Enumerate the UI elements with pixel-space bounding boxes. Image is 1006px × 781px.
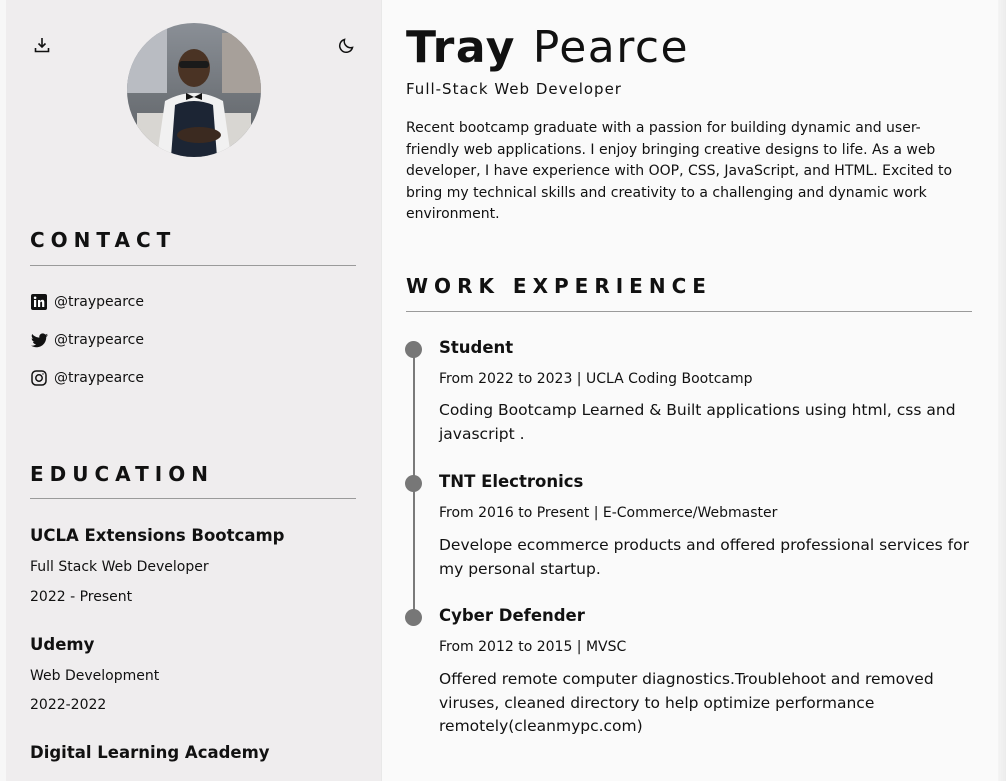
contact-twitter-label: @traypearce bbox=[54, 332, 144, 348]
last-name: Pearce bbox=[532, 22, 690, 73]
job-desc-tnt: Develope ecommerce products and offered … bbox=[439, 536, 969, 578]
education-school-udemy: Udemy bbox=[30, 635, 95, 654]
job-meta-student: From 2022 to 2023 | UCLA Coding Bootcamp bbox=[439, 371, 753, 387]
avatar bbox=[127, 23, 261, 157]
main-content: Tray Pearce Full-Stack Web Developer Rec… bbox=[381, 0, 1006, 781]
work-divider bbox=[406, 311, 972, 312]
contact-divider bbox=[30, 265, 356, 266]
resume-page: CONTACT @traypearce @traypearce @traypea… bbox=[0, 0, 1006, 781]
education-program-ucla: Full Stack Web Developer bbox=[30, 559, 209, 575]
education-dates-ucla: 2022 - Present bbox=[30, 589, 133, 605]
download-icon[interactable] bbox=[30, 33, 54, 57]
contact-twitter[interactable]: @traypearce bbox=[30, 328, 144, 352]
timeline-dot bbox=[405, 609, 422, 626]
job-role: Full-Stack Web Developer bbox=[406, 80, 622, 98]
first-name: Tray bbox=[406, 22, 516, 73]
name-heading: Tray Pearce bbox=[406, 22, 689, 73]
job-meta-tnt: From 2016 to Present | E-Commerce/Webmas… bbox=[439, 505, 778, 521]
education-divider bbox=[30, 498, 356, 499]
work-experience-heading: WORK EXPERIENCE bbox=[406, 274, 712, 298]
job-title-student: Student bbox=[439, 338, 514, 357]
contact-instagram-label: @traypearce bbox=[54, 370, 144, 386]
job-desc-student: Coding Bootcamp Learned & Built applicat… bbox=[439, 401, 956, 443]
twitter-icon bbox=[30, 331, 48, 349]
instagram-icon bbox=[30, 369, 48, 387]
education-school-dla: Digital Learning Academy bbox=[30, 743, 270, 762]
timeline-dot bbox=[405, 475, 422, 492]
moon-icon[interactable] bbox=[335, 33, 359, 57]
timeline-dot bbox=[405, 341, 422, 358]
job-desc-cyber: Offered remote computer diagnostics.Trou… bbox=[439, 670, 934, 735]
contact-linkedin-label: @traypearce bbox=[54, 294, 144, 310]
education-school-ucla: UCLA Extensions Bootcamp bbox=[30, 526, 285, 545]
sidebar: CONTACT @traypearce @traypearce @traypea… bbox=[0, 0, 381, 781]
job-title-tnt: TNT Electronics bbox=[439, 472, 584, 491]
education-program-udemy: Web Development bbox=[30, 668, 160, 684]
job-title-cyber: Cyber Defender bbox=[439, 606, 585, 625]
education-dates-udemy: 2022-2022 bbox=[30, 697, 107, 713]
job-meta-cyber: From 2012 to 2015 | MVSC bbox=[439, 639, 627, 655]
contact-instagram[interactable]: @traypearce bbox=[30, 366, 144, 390]
contact-linkedin[interactable]: @traypearce bbox=[30, 290, 144, 314]
education-heading: EDUCATION bbox=[30, 462, 214, 486]
linkedin-icon bbox=[30, 293, 48, 311]
contact-heading: CONTACT bbox=[30, 228, 177, 252]
summary-text: Recent bootcamp graduate with a passion … bbox=[406, 120, 953, 222]
